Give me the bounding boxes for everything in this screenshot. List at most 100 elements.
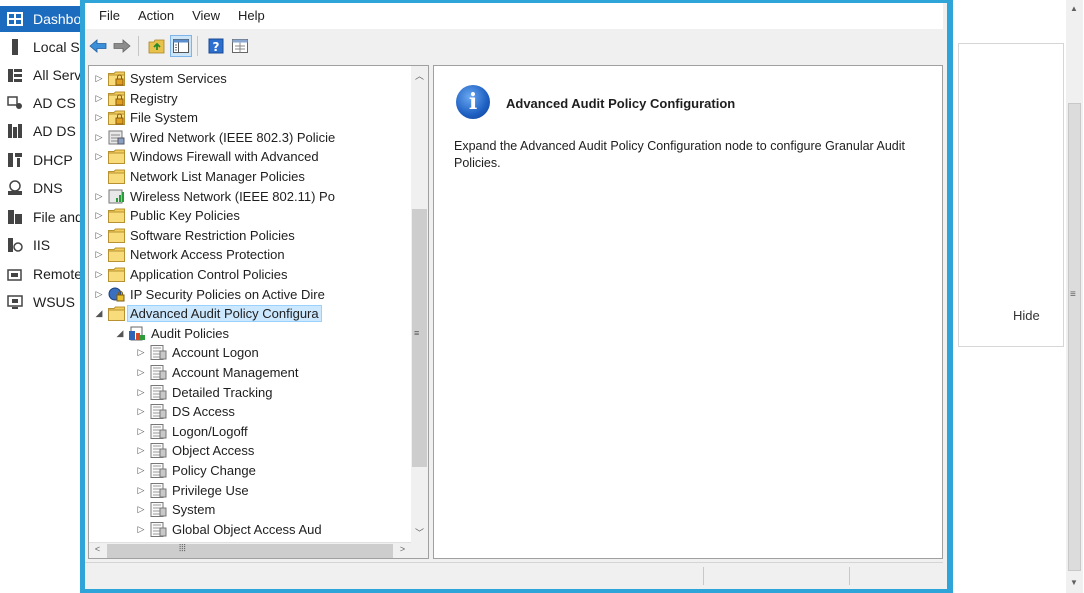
expand-arrow-icon[interactable]: ▷ [94,93,104,104]
tree-node[interactable]: ▷ Privilege Use [136,481,249,500]
help-icon[interactable]: ? [205,35,227,57]
policy-doc-icon [150,404,167,420]
tree-node[interactable]: ▷ Wired Network (IEEE 802.3) Policie [94,128,336,147]
tree-node[interactable]: ▷ Software Restriction Policies [94,226,295,245]
expand-arrow-icon[interactable]: ▷ [94,269,104,280]
tree-node[interactable]: ▷ Application Control Policies [94,265,288,284]
sidebar-item-dns[interactable]: DNS [0,175,82,201]
remote-access-icon [6,266,24,282]
collapse-arrow-icon[interactable]: ◢ [94,308,104,319]
expand-arrow-icon[interactable]: ▷ [136,426,146,437]
scroll-down-arrow-icon[interactable]: ﹀ [411,526,428,539]
expand-arrow-icon[interactable]: ▷ [94,230,104,241]
expand-arrow-icon[interactable]: ▷ [136,485,146,496]
tree-horizontal-scrollbar[interactable]: < ⦙⦙⦙ > [89,542,411,558]
server-manager-tile [958,43,1064,347]
tree-node[interactable]: ▷ Object Access [136,441,254,460]
mmc-client-area: File Action View Help ? ▷ System Service… [85,3,947,589]
expand-arrow-icon[interactable]: ▷ [136,367,146,378]
tree-node[interactable]: ▷ Windows Firewall with Advanced [94,147,319,166]
tree-node[interactable]: ▷ Policy Change [136,461,256,480]
expand-arrow-icon[interactable]: ▷ [94,191,104,202]
ad-cs-icon [6,95,24,111]
sidebar-item-dhcp[interactable]: DHCP [0,147,82,173]
tree-node-label: Detailed Tracking [172,384,273,400]
expand-arrow-icon[interactable]: ▷ [136,445,146,456]
server-manager-scrollbar[interactable]: ▲ ≡ ▼ [1066,0,1083,593]
tree-node[interactable]: ▷ Network Access Protection [94,245,285,264]
tree-node[interactable]: ▷ Public Key Policies [94,206,240,225]
expand-arrow-icon[interactable]: ▷ [136,387,146,398]
scroll-up-arrow-icon[interactable]: ▲ [1070,4,1078,13]
tree-node[interactable]: ▷ System [136,500,215,519]
toolbar-separator [138,36,139,56]
expand-arrow-icon[interactable]: ▷ [94,289,104,300]
tree-node[interactable]: Network List Manager Policies [94,167,305,186]
menu-help[interactable]: Help [229,3,274,29]
tree-node[interactable]: ▷ System Services [94,69,227,88]
expand-arrow-icon[interactable]: ▷ [94,151,104,162]
tree-node[interactable]: ▷ Logon/Logoff [136,422,248,441]
sidebar-item-ad-ds[interactable]: AD DS [0,118,82,144]
expand-arrow-icon[interactable]: ▷ [94,73,104,84]
tree-node[interactable]: ▷ Account Logon [136,343,259,362]
sidebar-item-label: Remote [33,266,82,282]
sidebar-item-remote-access[interactable]: Remote [0,261,82,287]
expand-arrow-icon[interactable]: ▷ [136,465,146,476]
network-policy-icon [108,130,125,145]
tree-node[interactable]: ▷ DS Access [136,402,235,421]
scroll-down-arrow-icon[interactable]: ▼ [1070,578,1078,587]
folder-icon [108,208,125,224]
menu-file[interactable]: File [90,3,129,29]
scrollbar-thumb[interactable] [1068,103,1081,571]
tree-node-label: DS Access [172,404,235,420]
tree-node[interactable]: ◢ Audit Policies [115,324,230,343]
properties-icon[interactable] [229,35,251,57]
tree-node[interactable]: ▷ Wireless Network (IEEE 802.11) Po [94,187,335,206]
expand-arrow-icon[interactable]: ▷ [136,406,146,417]
menu-action[interactable]: Action [129,3,183,29]
ad-ds-icon [6,123,24,139]
sidebar-item-ad-cs[interactable]: AD CS [0,90,82,116]
wireless-policy-icon [108,189,125,204]
menu-view[interactable]: View [183,3,229,29]
scrollbar-thumb[interactable] [107,544,393,558]
scroll-left-arrow-icon[interactable]: < [89,544,106,554]
collapse-arrow-icon[interactable]: ◢ [115,328,125,339]
sidebar-item-all-servers[interactable]: All Serv [0,62,82,88]
sidebar-item-wsus[interactable]: WSUS [0,289,82,315]
tree-node[interactable]: ▷ Global Object Access Aud [136,520,322,539]
scrollbar-thumb[interactable] [412,209,427,467]
expand-arrow-icon[interactable]: ▷ [136,347,146,358]
scroll-up-arrow-icon[interactable]: ︿ [411,69,428,82]
result-title: Advanced Audit Policy Configuration [506,96,736,111]
tree-node-label: System Services [130,71,227,86]
expand-arrow-icon[interactable]: ▷ [94,112,104,123]
up-folder-icon[interactable] [146,35,168,57]
tree-node-label: Software Restriction Policies [130,227,295,243]
tree-node[interactable]: ▷ File System [94,108,198,127]
back-arrow-icon[interactable] [87,35,109,57]
tree-node[interactable]: ▷ Account Management [136,363,298,382]
expand-arrow-icon[interactable]: ▷ [94,132,104,143]
console-tree-pane[interactable]: ▷ System Services ▷ Registry ▷ File System ▷ Wi… [88,65,429,559]
sidebar-item-iis[interactable]: IIS [0,232,82,258]
expand-arrow-icon[interactable]: ▷ [94,210,104,221]
tree-node[interactable]: ▷ IP Security Policies on Active Dire [94,285,325,304]
lock-folder-icon [108,71,125,86]
tree-vertical-scrollbar[interactable]: ︿ ≡ ﹀ [411,66,428,542]
sidebar-item-file-services[interactable]: File and [0,204,82,230]
expand-arrow-icon[interactable]: ▷ [136,504,146,515]
tree-node[interactable]: ◢ Advanced Audit Policy Configura [94,304,322,323]
hide-link[interactable]: Hide [1013,308,1040,323]
forward-arrow-icon[interactable] [111,35,133,57]
scroll-right-arrow-icon[interactable]: > [394,544,411,554]
tree-node[interactable]: ▷ Detailed Tracking [136,383,272,402]
tree-node[interactable]: ▷ Registry [94,89,178,108]
sidebar-item-local-server[interactable]: Local S [0,34,82,60]
tree-node-label: Wireless Network (IEEE 802.11) Po [130,188,335,204]
show-hide-tree-icon[interactable] [170,35,192,57]
expand-arrow-icon[interactable]: ▷ [136,524,146,535]
sidebar-item-dashboard[interactable]: Dashbo [0,6,82,32]
expand-arrow-icon[interactable]: ▷ [94,249,104,260]
